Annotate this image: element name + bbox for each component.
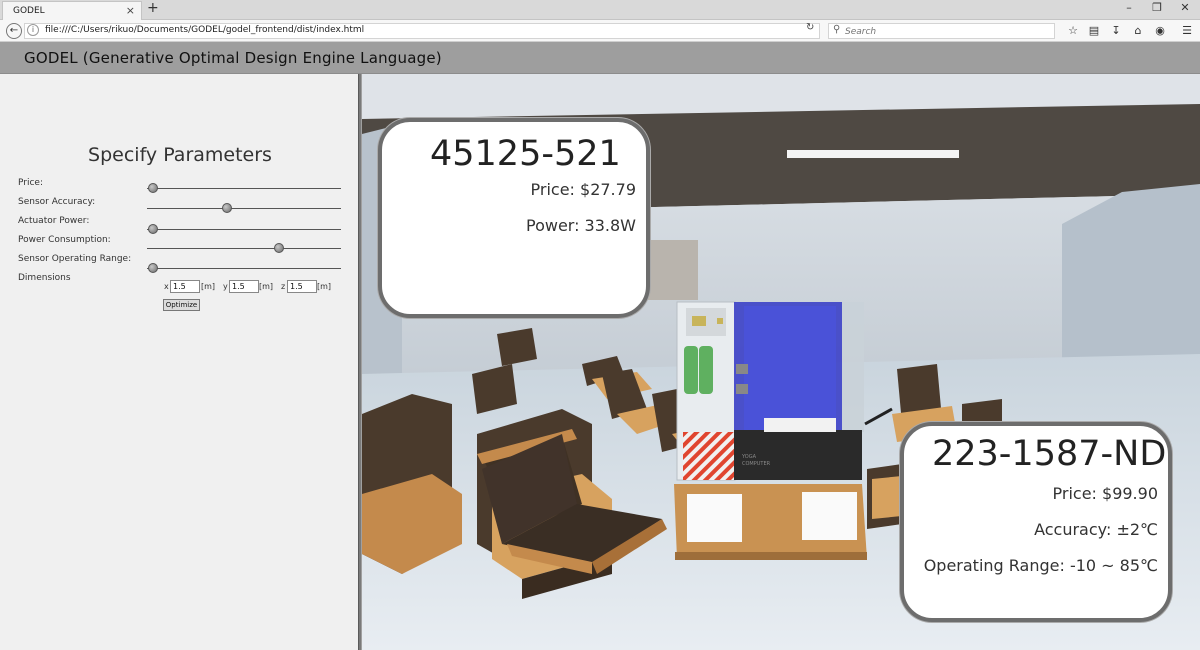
component-card-45125-521: 45125-521 Price: $27.79 Power: 33.8W — [378, 118, 650, 318]
slider-thumb[interactable] — [221, 203, 232, 213]
back-arrow-icon[interactable]: ← — [6, 23, 22, 39]
new-tab-icon[interactable]: + — [147, 0, 159, 16]
home-icon[interactable]: ⌂ — [1131, 24, 1145, 37]
minimize-icon[interactable]: – — [1122, 1, 1136, 14]
card-power: Power: 33.8W — [525, 216, 636, 235]
dim-z-prefix: z — [281, 282, 286, 291]
component-card-223-1587-nd: 223-1587-ND Price: $99.90 Accuracy: ±2℃ … — [900, 422, 1172, 622]
parameter-panel: Specify Parameters Price: Sensor Accurac… — [0, 74, 360, 650]
slider-thumb[interactable] — [147, 183, 158, 193]
search-bar[interactable]: ⚲ — [828, 23, 1055, 39]
dim-y-input[interactable] — [229, 280, 259, 293]
app-title: GODEL (Generative Optimal Design Engine … — [24, 49, 442, 67]
slider-thumb[interactable] — [273, 243, 284, 253]
reading-list-icon[interactable]: ▤ — [1087, 24, 1101, 37]
dim-x-input[interactable] — [170, 280, 200, 293]
param-label-sensor-accuracy: Sensor Accuracy: — [18, 197, 96, 207]
window-close-icon[interactable]: ✕ — [1178, 1, 1192, 14]
download-icon[interactable]: ↧ — [1109, 24, 1123, 37]
pocket-icon[interactable]: ◉ — [1153, 24, 1167, 37]
search-icon: ⚲ — [833, 24, 841, 35]
url-text: file:///C:/Users/rikuo/Documents/GODEL/g… — [45, 25, 365, 35]
browser-tab[interactable]: GODEL × — [2, 1, 142, 20]
dim-x-unit: [m] — [201, 282, 216, 291]
dim-y-unit: [m] — [259, 282, 274, 291]
3d-viewport[interactable]: YOGA COMPUTER 45125-521 Price: $27.79 Po… — [362, 74, 1200, 650]
card-accuracy: Accuracy: ±2℃ — [1034, 520, 1158, 539]
dim-z-input[interactable] — [287, 280, 317, 293]
tab-title: GODEL — [13, 6, 45, 16]
slider-price[interactable] — [147, 183, 341, 193]
device-model[interactable]: YOGA COMPUTER — [676, 301, 893, 481]
dim-x-prefix: x — [164, 282, 169, 291]
slider-thumb[interactable] — [147, 224, 158, 234]
card-price: Price: $27.79 — [530, 180, 637, 199]
slider-power-consumption[interactable] — [147, 243, 341, 253]
dim-y-prefix: y — [223, 282, 228, 291]
slider-thumb[interactable] — [147, 263, 158, 273]
info-icon[interactable]: i — [27, 24, 39, 36]
panel-title: Specify Parameters — [88, 144, 272, 166]
card-price: Price: $99.90 — [1052, 484, 1159, 503]
slider-sensor-operating-range[interactable] — [147, 263, 341, 273]
param-label-actuator-power: Actuator Power: — [18, 216, 90, 226]
menu-icon[interactable]: ☰ — [1180, 24, 1194, 37]
card-part-number: 223-1587-ND — [932, 434, 1167, 474]
reload-icon[interactable]: ↻ — [806, 22, 814, 33]
maximize-icon[interactable]: ❐ — [1150, 1, 1164, 14]
address-bar[interactable]: file:///C:/Users/rikuo/Documents/GODEL/g… — [24, 23, 820, 39]
dim-z-unit: [m] — [317, 282, 332, 291]
tab-close-icon[interactable]: × — [126, 4, 135, 17]
param-label-price: Price: — [18, 178, 43, 188]
browser-tab-bar: GODEL × + – ❐ ✕ — [0, 0, 1200, 20]
search-input[interactable] — [845, 25, 1045, 38]
device-label-1: YOGA — [741, 454, 757, 460]
bookmark-star-icon[interactable]: ☆ — [1066, 24, 1080, 37]
card-operating-range: Operating Range: -10 ~ 85℃ — [923, 556, 1158, 575]
param-label-sensor-operating-range: Sensor Operating Range: — [18, 254, 132, 264]
slider-sensor-accuracy[interactable] — [147, 203, 341, 213]
card-part-number: 45125-521 — [430, 134, 621, 174]
param-label-power-consumption: Power Consumption: — [18, 235, 111, 245]
app-header: GODEL (Generative Optimal Design Engine … — [0, 42, 1200, 74]
bench — [362, 394, 462, 574]
browser-nav-bar: file:///C:/Users/rikuo/Documents/GODEL/g… — [0, 20, 1200, 42]
slider-actuator-power[interactable] — [147, 224, 341, 234]
device-label-2: COMPUTER — [742, 461, 771, 467]
optimize-button[interactable]: Optimize — [163, 299, 200, 311]
dimensions-label: Dimensions — [18, 273, 71, 283]
